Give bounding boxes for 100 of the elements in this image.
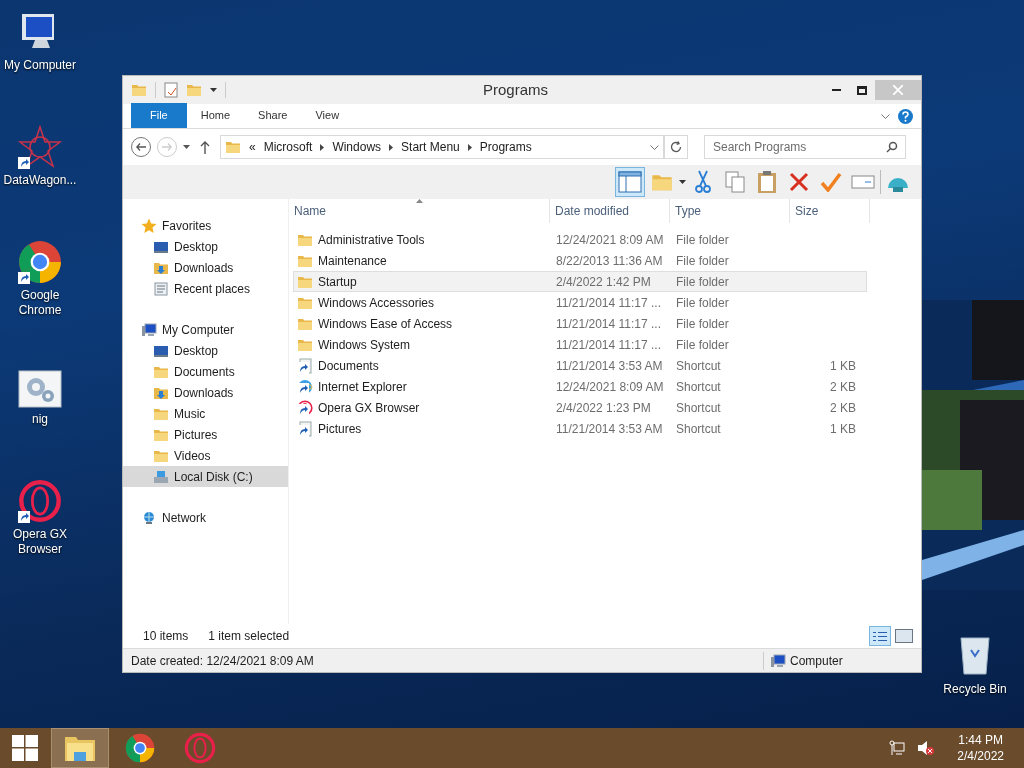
nav-item[interactable]: Documents — [123, 361, 288, 382]
address-bar[interactable]: « Microsoft Windows Start Menu Programs — [220, 135, 664, 159]
ring-icon — [297, 399, 313, 416]
ribbon-tab[interactable]: File — [131, 103, 187, 128]
ribbon-tab[interactable]: Home — [186, 103, 245, 128]
file-row[interactable]: Startup 2/4/2022 1:42 PM File folder — [293, 271, 867, 292]
star-pattern-icon — [18, 125, 62, 169]
column-header[interactable]: Date modified — [550, 199, 670, 223]
folder-icon — [225, 139, 241, 155]
date-cell-text: 2/4/2022 1:42 PM — [555, 273, 652, 291]
close-icon — [893, 85, 903, 95]
file-name: Administrative Tools — [318, 231, 425, 249]
taskbar-app[interactable] — [51, 728, 109, 768]
nav-item[interactable]: Pictures — [123, 424, 288, 445]
details-view-button[interactable] — [869, 626, 891, 646]
breadcrumb[interactable]: Microsoft — [263, 138, 313, 156]
ribbon-tab[interactable]: View — [301, 103, 354, 128]
date-cell-text: 11/21/2014 3:53 AM — [555, 420, 664, 438]
column-header[interactable]: Type — [670, 199, 790, 223]
size-cell-text: 2 KB — [829, 399, 857, 417]
date-cell-text: 11/21/2014 11:17 ... — [555, 315, 662, 333]
file-row[interactable]: Maintenance 8/22/2013 11:36 AM File folder — [293, 250, 867, 271]
breadcrumb[interactable]: Start Menu — [401, 138, 460, 156]
chevron-icon — [881, 114, 890, 119]
up-arrow-icon — [200, 140, 210, 154]
type-cell-text: File folder — [675, 273, 730, 291]
window-title: Programs — [483, 79, 549, 100]
clock-time[interactable]: 1:44 PM — [958, 732, 1003, 748]
size-cell-text: 1 KB — [829, 357, 857, 375]
file-name: Startup — [318, 273, 357, 291]
file-row[interactable]: Internet Explorer 12/24/2021 8:09 AM Shortcut 2 KB — [293, 376, 867, 397]
search-icon — [886, 141, 898, 153]
desktop-icon-label[interactable]: Opera GX Browser — [0, 527, 80, 557]
help-button[interactable] — [898, 109, 913, 124]
computer-icon — [770, 652, 786, 669]
file-name: Maintenance — [318, 252, 387, 270]
breadcrumb[interactable]: Programs — [479, 138, 532, 156]
type-cell-text: Shortcut — [675, 420, 722, 438]
caret-icon — [679, 180, 686, 184]
file-row[interactable]: Administrative Tools 12/24/2021 8:09 AM File folder — [293, 229, 867, 250]
history-button[interactable] — [183, 145, 190, 149]
desktop-icon-label[interactable]: Recycle Bin — [943, 680, 1007, 698]
file-row[interactable]: Opera GX Browser 2/4/2022 1:23 PM Shortcut 2 KB — [293, 397, 867, 418]
nav-item[interactable]: Downloads — [123, 257, 288, 278]
nav-item[interactable]: Recent places — [123, 278, 288, 299]
list-icon — [873, 630, 887, 642]
shortcut-arrow-icon — [18, 272, 30, 284]
column-header[interactable]: Size — [790, 199, 870, 223]
file-row[interactable]: Windows Ease of Access 11/21/2014 11:17 ... File folder — [293, 313, 867, 334]
desktop-icon-label[interactable]: My Computer — [4, 58, 76, 73]
scissors-icon — [695, 170, 711, 194]
gear-icon — [18, 370, 62, 408]
nav-item[interactable]: Videos — [123, 445, 288, 466]
address-dropdown-button[interactable] — [650, 144, 659, 150]
caret-icon — [389, 143, 394, 151]
date-cell-text: 12/24/2021 8:09 AM — [555, 231, 665, 249]
type-cell-text: File folder — [675, 231, 730, 249]
caret-icon — [210, 88, 217, 92]
desktop-icon-label[interactable]: Google Chrome — [0, 288, 80, 318]
breadcrumb[interactable]: Windows — [332, 138, 382, 156]
nav-item[interactable]: Downloads — [123, 382, 288, 403]
muted-speaker-icon — [917, 740, 936, 756]
nav-item[interactable]: My Computer — [123, 319, 288, 340]
file-row[interactable]: Windows System 11/21/2014 11:17 ... File folder — [293, 334, 867, 355]
nav-item[interactable]: Favorites — [123, 215, 288, 236]
file-row[interactable]: Windows Accessories 11/21/2014 11:17 ... File folder — [293, 292, 867, 313]
type-cell-text: Shortcut — [675, 357, 722, 375]
properties-dropdown-button[interactable] — [679, 180, 686, 184]
column-header[interactable]: Name — [289, 199, 550, 223]
search-field[interactable]: Search Programs — [704, 135, 906, 159]
file-row[interactable]: Documents 11/21/2014 3:53 AM Shortcut 1 KB — [293, 355, 867, 376]
date-cell-text: 11/21/2014 11:17 ... — [555, 294, 662, 312]
date-cell-text: 12/24/2021 8:09 AM — [555, 378, 665, 396]
file-name: Opera GX Browser — [318, 399, 420, 417]
file-name: Documents — [318, 357, 379, 375]
nav-item[interactable]: Local Disk (C:) — [123, 466, 288, 487]
ring-icon — [18, 479, 62, 523]
nav-item[interactable]: Desktop — [123, 340, 288, 361]
file-row[interactable]: Pictures 11/21/2014 3:53 AM Shortcut 1 KB — [293, 418, 867, 439]
type-cell-text: File folder — [675, 315, 730, 333]
network-icon — [141, 509, 157, 526]
refresh-button[interactable] — [664, 135, 688, 159]
nav-item[interactable]: Desktop — [123, 236, 288, 257]
nav-item[interactable]: Network — [123, 507, 288, 528]
shortcut-arrow-icon — [18, 157, 30, 169]
preview-pane-button[interactable] — [615, 167, 645, 197]
chrome-icon — [18, 240, 62, 284]
large-icons-button[interactable] — [895, 629, 913, 643]
nav-item[interactable]: Music — [123, 403, 288, 424]
textbox-icon — [851, 174, 875, 190]
item-count: 10 items — [143, 628, 189, 645]
collapse-ribbon-button[interactable] — [881, 114, 890, 119]
left-arrow-icon — [136, 143, 146, 151]
clock-date[interactable]: 2/4/2022 — [957, 748, 1004, 764]
drive-icon — [153, 468, 169, 485]
desktop-icon-label[interactable]: nig — [32, 412, 48, 427]
desktop-icon-label[interactable]: DataWagon... — [3, 173, 77, 188]
file-name: Windows Ease of Access — [318, 315, 453, 333]
ribbon-tab[interactable]: Share — [244, 103, 302, 128]
clipboard-icon — [757, 170, 777, 194]
